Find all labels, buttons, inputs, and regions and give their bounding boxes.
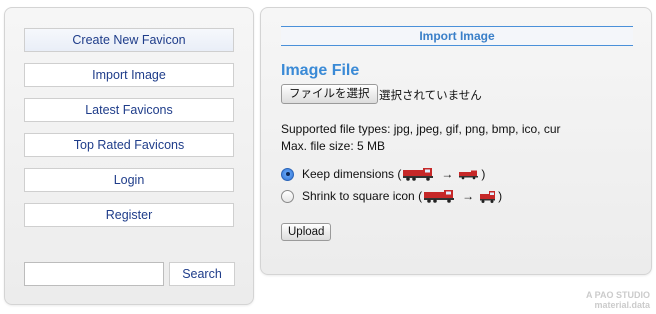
keep-dimensions-label: Keep dimensions (: [302, 167, 402, 181]
upload-button[interactable]: Upload: [281, 223, 332, 241]
nav-register[interactable]: Register: [24, 203, 234, 227]
choose-file-button[interactable]: ファイルを選択: [281, 84, 378, 104]
search-button[interactable]: Search: [169, 262, 235, 286]
watermark-line1: A PAO STUDIO: [585, 290, 650, 300]
shrink-square-suffix: ): [498, 189, 503, 203]
arrow-right-icon: →: [462, 189, 475, 203]
file-status-text: 選択されていません: [379, 90, 482, 102]
nav-import-image[interactable]: Import Image: [24, 63, 234, 87]
nav-top-rated-favicons[interactable]: Top Rated Favicons: [24, 133, 234, 157]
supported-file-types: Supported file types: jpg, jpeg, gif, pn…: [281, 122, 561, 136]
shrink-square-label: Shrink to square icon (: [302, 189, 423, 203]
search-input[interactable]: [24, 262, 164, 286]
import-panel: Import Image Image File ファイルを選択 選択されていませ…: [260, 7, 652, 275]
shrink-square-radio[interactable]: [281, 189, 294, 203]
truck-wide-icon: [424, 190, 455, 203]
option-shrink-square[interactable]: Shrink to square icon ( → ): [281, 188, 502, 204]
keep-dimensions-radio[interactable]: [281, 167, 294, 181]
sidebar-panel: Create New Favicon Import Image Latest F…: [4, 7, 254, 305]
truck-square-icon: [480, 191, 496, 203]
arrow-right-icon: →: [441, 167, 454, 181]
watermark: A PAO STUDIO material.data: [586, 290, 650, 310]
option-keep-dimensions[interactable]: Keep dimensions ( → ): [281, 167, 485, 181]
nav-login[interactable]: Login: [24, 168, 234, 192]
truck-small-icon: [459, 170, 479, 180]
nav-create-new-favicon[interactable]: Create New Favicon: [24, 28, 234, 52]
section-title: Image File: [281, 62, 360, 79]
nav-latest-favicons[interactable]: Latest Favicons: [24, 98, 234, 122]
section-header: Import Image: [281, 26, 633, 46]
keep-dimensions-suffix: ): [481, 167, 486, 181]
max-file-size: Max. file size: 5 MB: [281, 139, 386, 153]
truck-wide-icon: [403, 168, 434, 181]
watermark-line2: material.data: [594, 300, 650, 310]
